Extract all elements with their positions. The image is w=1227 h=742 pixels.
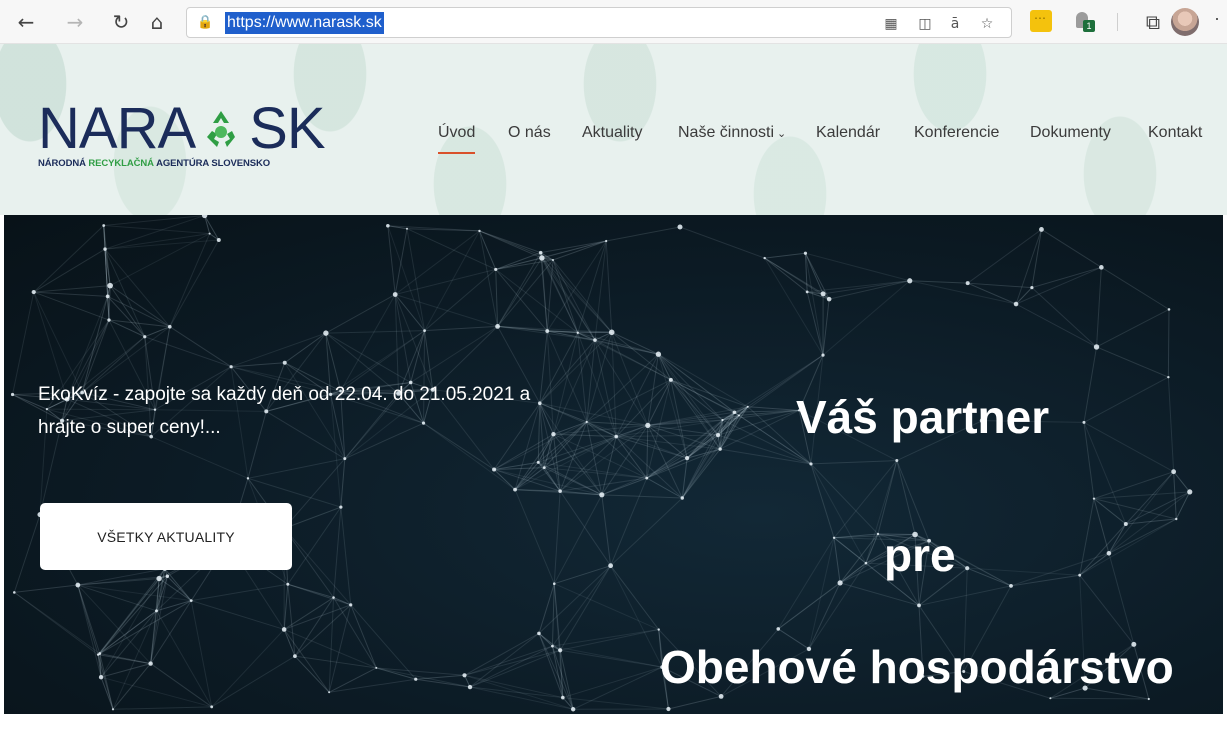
all-news-button[interactable]: VŠETKY AKTUALITY — [40, 503, 292, 570]
nav-item-aktuality[interactable]: Aktuality — [582, 124, 642, 148]
nav-item-konferencie[interactable]: Konferencie — [914, 124, 999, 148]
extension-badge-icon[interactable]: 1 — [1073, 10, 1095, 32]
url-text[interactable]: https://www.narask.sk — [225, 12, 384, 34]
page-bottom-strip — [0, 714, 1227, 742]
reload-icon[interactable]: ↻ — [107, 8, 135, 36]
nav-item-nase-cinnosti[interactable]: Naše činnosti ⌄ — [678, 124, 786, 148]
chevron-down-icon: ⌄ — [777, 128, 787, 140]
collections-icon[interactable]: ⧉ — [1139, 8, 1167, 36]
hero-headline-line1: Váš partner — [796, 391, 1050, 443]
extension-badge-count: 1 — [1083, 20, 1095, 32]
nav-item-kalendar[interactable]: Kalendár — [816, 124, 880, 148]
forward-arrow-icon[interactable]: → — [61, 8, 89, 36]
nav-item-o-nas[interactable]: O nás — [508, 124, 551, 148]
logo-word-left: NARA — [38, 96, 196, 161]
back-arrow-icon[interactable]: ← — [12, 8, 40, 36]
logo-tagline-part2: RECYKLAČNÁ — [88, 158, 154, 169]
profile-avatar[interactable] — [1171, 8, 1199, 36]
logo-wordmark: NARA SK — [38, 96, 326, 161]
browser-toolbar: ← → ↻ ⌂ 🔒 https://www.narask.sk ▦ ◫ ā ☆ … — [0, 0, 1227, 44]
address-bar[interactable]: 🔒 https://www.narask.sk ▦ ◫ ā ☆ — [186, 7, 1012, 38]
hero-news-link[interactable]: EkoKvíz - zapojte sa každý deň od 22.04.… — [38, 378, 578, 444]
hero-headline-line2: pre — [884, 529, 956, 581]
more-menu-icon[interactable]: · — [1214, 8, 1220, 29]
nav-item-dokumenty[interactable]: Dokumenty — [1030, 124, 1111, 148]
hero-banner: EkoKvíz - zapojte sa každý deň od 22.04.… — [4, 215, 1223, 714]
nav-item-uvod[interactable]: Úvod — [438, 124, 476, 154]
recycle-icon — [207, 111, 236, 147]
site-header: NARA SK NÁRODNÁ RECYKLAČNÁ AGENTÚRA SLOV… — [0, 44, 1227, 215]
logo-tagline: NÁRODNÁ RECYKLAČNÁ AGENTÚRA SLOVENSKO — [38, 158, 270, 169]
hero-headline-line3: Obehové hospodárstvo — [660, 641, 1174, 693]
home-icon[interactable]: ⌂ — [143, 8, 171, 36]
logo-tagline-part3: AGENTÚRA SLOVENSKO — [153, 158, 271, 169]
reader-view-icon[interactable]: ◫ — [915, 15, 935, 33]
logo-tagline-part1: NÁRODNÁ — [38, 158, 89, 169]
nav-item-kontakt[interactable]: Kontakt — [1148, 124, 1202, 148]
translate-icon[interactable]: ā — [945, 15, 965, 33]
app-grid-icon[interactable]: ▦ — [881, 15, 901, 33]
site-logo[interactable]: NARA SK NÁRODNÁ RECYKLAČNÁ AGENTÚRA SLOV… — [38, 100, 326, 174]
logo-word-right: SK — [249, 96, 325, 161]
nav-item-nase-cinnosti-label: Naše činnosti — [678, 124, 775, 141]
lock-icon[interactable]: 🔒 — [197, 14, 213, 32]
favorite-star-icon[interactable]: ☆ — [977, 15, 997, 33]
extension-icon[interactable] — [1030, 10, 1052, 32]
toolbar-separator — [1117, 13, 1118, 31]
